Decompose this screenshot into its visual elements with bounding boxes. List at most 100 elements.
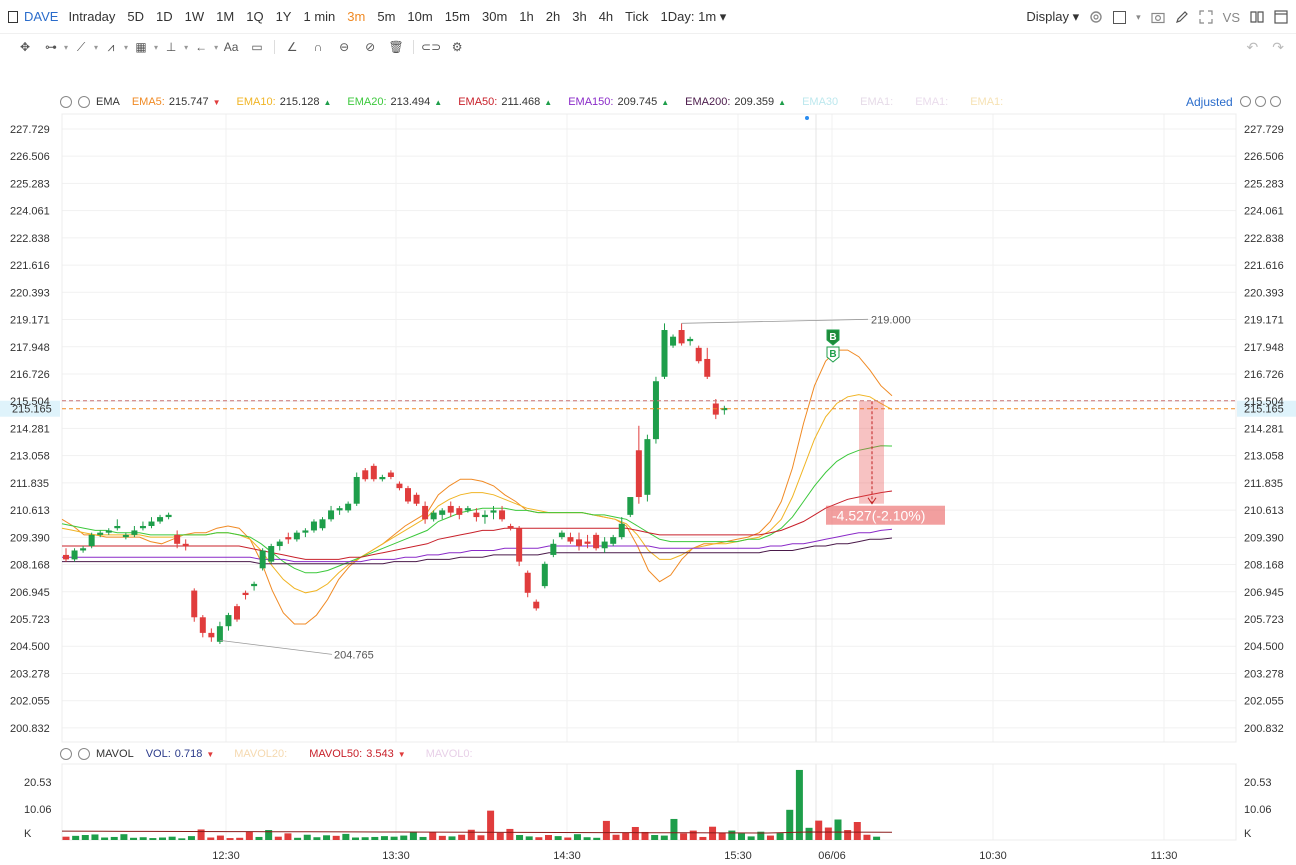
candle-body (182, 543, 189, 547)
ema-lines (61, 349, 893, 625)
redo-icon[interactable]: ↷ (1272, 39, 1284, 56)
ema-close-icon[interactable] (78, 96, 90, 108)
price-tick-left: 200.832 (10, 723, 50, 735)
mavol0-label: MAVOL0: (425, 748, 473, 760)
timeframe-30m[interactable]: 30m (482, 9, 507, 24)
timeframe-1w[interactable]: 1W (185, 9, 205, 24)
ruler-icon[interactable]: ∠ (284, 39, 300, 55)
add-icon[interactable] (1270, 96, 1281, 107)
volume-bar (294, 837, 302, 840)
undo-icon[interactable]: ↶ (1247, 39, 1259, 56)
arrow-tool-icon[interactable]: ← (193, 39, 209, 55)
volume-bar (303, 834, 311, 840)
price-tick-left: 217.948 (10, 342, 50, 354)
ema-settings-icon[interactable] (60, 96, 72, 108)
vs-compare-button[interactable]: VS (1223, 10, 1240, 25)
price-tick-left: 213.058 (10, 451, 50, 463)
timeframe-1h[interactable]: 1h (519, 9, 533, 24)
zigzag-tool-icon[interactable]: ⩘ (103, 39, 119, 55)
comment-icon[interactable]: ▭ (249, 39, 265, 55)
timeframe-1m[interactable]: 1M (216, 9, 234, 24)
price-tick-left: 224.061 (10, 206, 50, 218)
vol-settings-icon[interactable] (60, 748, 72, 760)
fib-grid-icon[interactable]: ▦ (133, 39, 149, 55)
timeframe-tick[interactable]: Tick (625, 9, 648, 24)
candle-body (122, 534, 129, 538)
camera-icon[interactable] (1151, 10, 1165, 24)
volume-bar (429, 832, 437, 840)
candle-body (71, 550, 78, 560)
timeframe-5m[interactable]: 5m (377, 9, 395, 24)
timeframe-1q[interactable]: 1Q (246, 9, 263, 24)
volume-bar (216, 835, 224, 840)
volume-bar (766, 835, 774, 840)
lock-drawings-icon[interactable]: ⊖ (336, 39, 352, 55)
price-tick-right: 220.393 (1244, 287, 1284, 299)
trash-icon[interactable]: 🗑 (388, 39, 404, 55)
candle-body (695, 347, 702, 362)
candle-body (148, 521, 155, 526)
timeframe-4h[interactable]: 4h (599, 9, 613, 24)
ema-value: 211.468 (501, 96, 541, 108)
candle-body (216, 626, 223, 642)
ema-direction: ▲ (434, 97, 443, 107)
timeframe-15m[interactable]: 15m (445, 9, 470, 24)
symbol-label[interactable]: DAVE (24, 9, 58, 24)
timeframe-5d[interactable]: 5D (127, 9, 144, 24)
ema-value: 209.745 (617, 96, 658, 108)
candle-body (328, 510, 335, 520)
timeframe-1min[interactable]: 1 min (303, 9, 335, 24)
fullscreen-icon[interactable] (1199, 10, 1213, 24)
symbol-panel-icon[interactable] (8, 10, 18, 23)
adjusted-button[interactable]: Adjusted (1186, 95, 1233, 109)
display-dropdown[interactable]: Display ▾ (1026, 9, 1079, 25)
move-cross-icon[interactable]: ✥ (17, 39, 33, 55)
layout-square-icon[interactable] (1113, 10, 1127, 24)
timeframe-1y[interactable]: 1Y (276, 9, 292, 24)
window-icon[interactable] (1274, 10, 1288, 24)
line-tool-icon[interactable]: ⊶ (43, 39, 59, 55)
volume-bar (120, 834, 128, 840)
trend-tool-icon[interactable]: ⟋ (73, 39, 89, 55)
range-select[interactable]: 1Day: 1m ▾ (661, 9, 727, 25)
volume-bar (274, 836, 282, 840)
pencil-icon[interactable] (1175, 10, 1189, 24)
volume-bar (130, 837, 138, 840)
vol-close-icon[interactable] (78, 748, 90, 760)
timeframe-2h[interactable]: 2h (546, 9, 560, 24)
reset-icon[interactable] (1240, 96, 1251, 107)
minimize-icon[interactable] (1255, 96, 1266, 107)
volume-bar (786, 809, 794, 840)
ema-direction: ▲ (661, 97, 670, 107)
timeframe-10m[interactable]: 10m (407, 9, 432, 24)
ema-value: 215.747 (168, 96, 209, 108)
volume-bar (187, 836, 195, 840)
candle-body (97, 532, 104, 535)
price-chart[interactable]: 215.165 215.165 219.000 204.765 -4.527(-2.10… (0, 0, 1296, 865)
price-tick-right: 205.723 (1244, 614, 1284, 626)
magnet-icon[interactable]: ∩ (310, 39, 326, 55)
book-icon[interactable] (1250, 10, 1264, 24)
settings-icon[interactable]: ⚙ (449, 39, 465, 55)
price-tick-left: 203.278 (10, 668, 50, 680)
mavol50-value: 3.543 (366, 748, 394, 760)
timeframe-1d[interactable]: 1D (156, 9, 173, 24)
volume-bar (680, 833, 688, 840)
timeframe-intraday[interactable]: Intraday (68, 9, 115, 24)
volume-bar (178, 838, 186, 840)
volume-bar (641, 831, 649, 840)
candle-body (576, 539, 582, 547)
ema-line-ema5 (61, 349, 893, 625)
measure-tool-icon[interactable]: ⊥ (163, 39, 179, 55)
price-tick-right: 221.616 (1244, 260, 1284, 272)
price-tick-left: 209.390 (10, 532, 50, 544)
timeframe-3h[interactable]: 3h (572, 9, 586, 24)
candle-body (516, 528, 523, 562)
timeframe-3m[interactable]: 3m (347, 9, 365, 24)
hide-drawings-icon[interactable]: ⊘ (362, 39, 378, 55)
candle-body (464, 508, 471, 511)
candle-body (627, 497, 634, 515)
gear-icon[interactable] (1089, 10, 1103, 24)
text-tool-icon[interactable]: Aa (223, 39, 239, 55)
link-icon[interactable]: ⊂⊃ (421, 39, 441, 55)
